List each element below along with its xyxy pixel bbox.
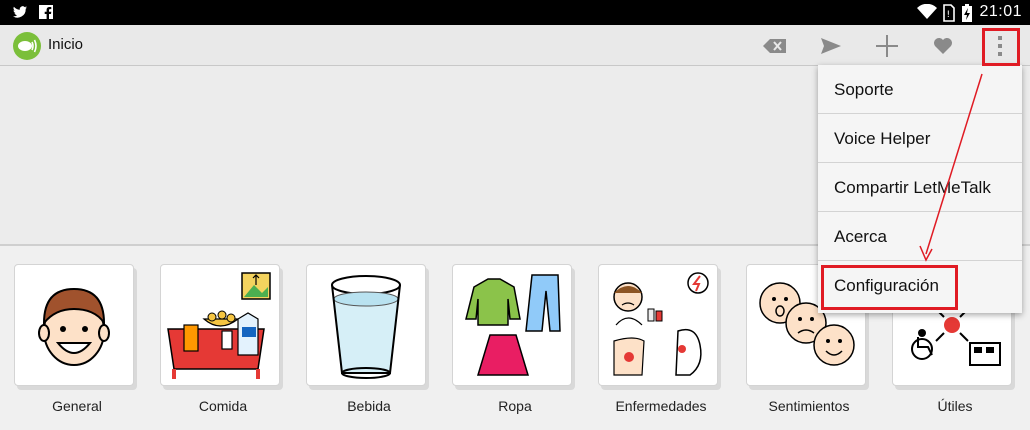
clothes-icon: [465, 274, 561, 376]
category-label: Útiles: [937, 398, 973, 414]
category-image-frame: [14, 264, 134, 386]
menu-item-soporte[interactable]: Soporte: [818, 65, 1022, 114]
svg-text:!: !: [947, 10, 951, 20]
status-bar: ! 21:01: [0, 0, 1030, 25]
category-card-comida[interactable]: [160, 264, 280, 390]
facebook-icon: [38, 4, 54, 20]
annotation-highlight-menu-button: [982, 28, 1020, 66]
illness-icon: [613, 272, 709, 376]
menu-item-voice-helper[interactable]: Voice Helper: [818, 114, 1022, 163]
page-title: Inicio: [48, 36, 84, 53]
send-icon: [821, 38, 841, 54]
app-logo[interactable]: [13, 32, 41, 60]
category-card-general[interactable]: [14, 264, 134, 390]
category-label: General: [52, 398, 102, 414]
category-image-frame: [160, 264, 280, 386]
category-card-enfermedades[interactable]: [598, 264, 718, 390]
menu-item-compartir[interactable]: Compartir LetMeTalk: [818, 163, 1022, 212]
favorite-icon: [934, 38, 952, 54]
backspace-button[interactable]: [758, 30, 792, 62]
clock: 21:01: [979, 3, 1022, 20]
action-bar: Inicio: [0, 25, 1030, 66]
add-button[interactable]: [870, 30, 904, 62]
wifi-icon: [917, 3, 938, 20]
send-button[interactable]: [814, 30, 848, 62]
category-card-bebida[interactable]: [306, 264, 426, 390]
category-label: Sentimientos: [768, 398, 850, 414]
category-label: Comida: [198, 398, 248, 414]
category-image-frame: [306, 264, 426, 386]
boy-face-icon: [38, 287, 110, 366]
no-sim-icon: !: [943, 4, 956, 22]
food-table-icon: [167, 272, 271, 379]
category-label: Ropa: [498, 398, 532, 414]
add-icon: [876, 35, 898, 57]
category-label: Enfermedades: [615, 398, 707, 414]
category-label: Bebida: [347, 398, 391, 414]
favorite-button[interactable]: [926, 30, 960, 62]
category-image-frame: [452, 264, 572, 386]
glass-of-water-icon: [331, 275, 401, 379]
annotation-highlight-configuracion: [821, 265, 958, 310]
twitter-icon: [12, 4, 28, 20]
category-card-ropa[interactable]: [452, 264, 572, 390]
menu-item-acerca[interactable]: Acerca: [818, 212, 1022, 261]
category-image-frame: [598, 264, 718, 386]
battery-charging-icon: [961, 4, 973, 22]
backspace-icon: [763, 39, 786, 53]
